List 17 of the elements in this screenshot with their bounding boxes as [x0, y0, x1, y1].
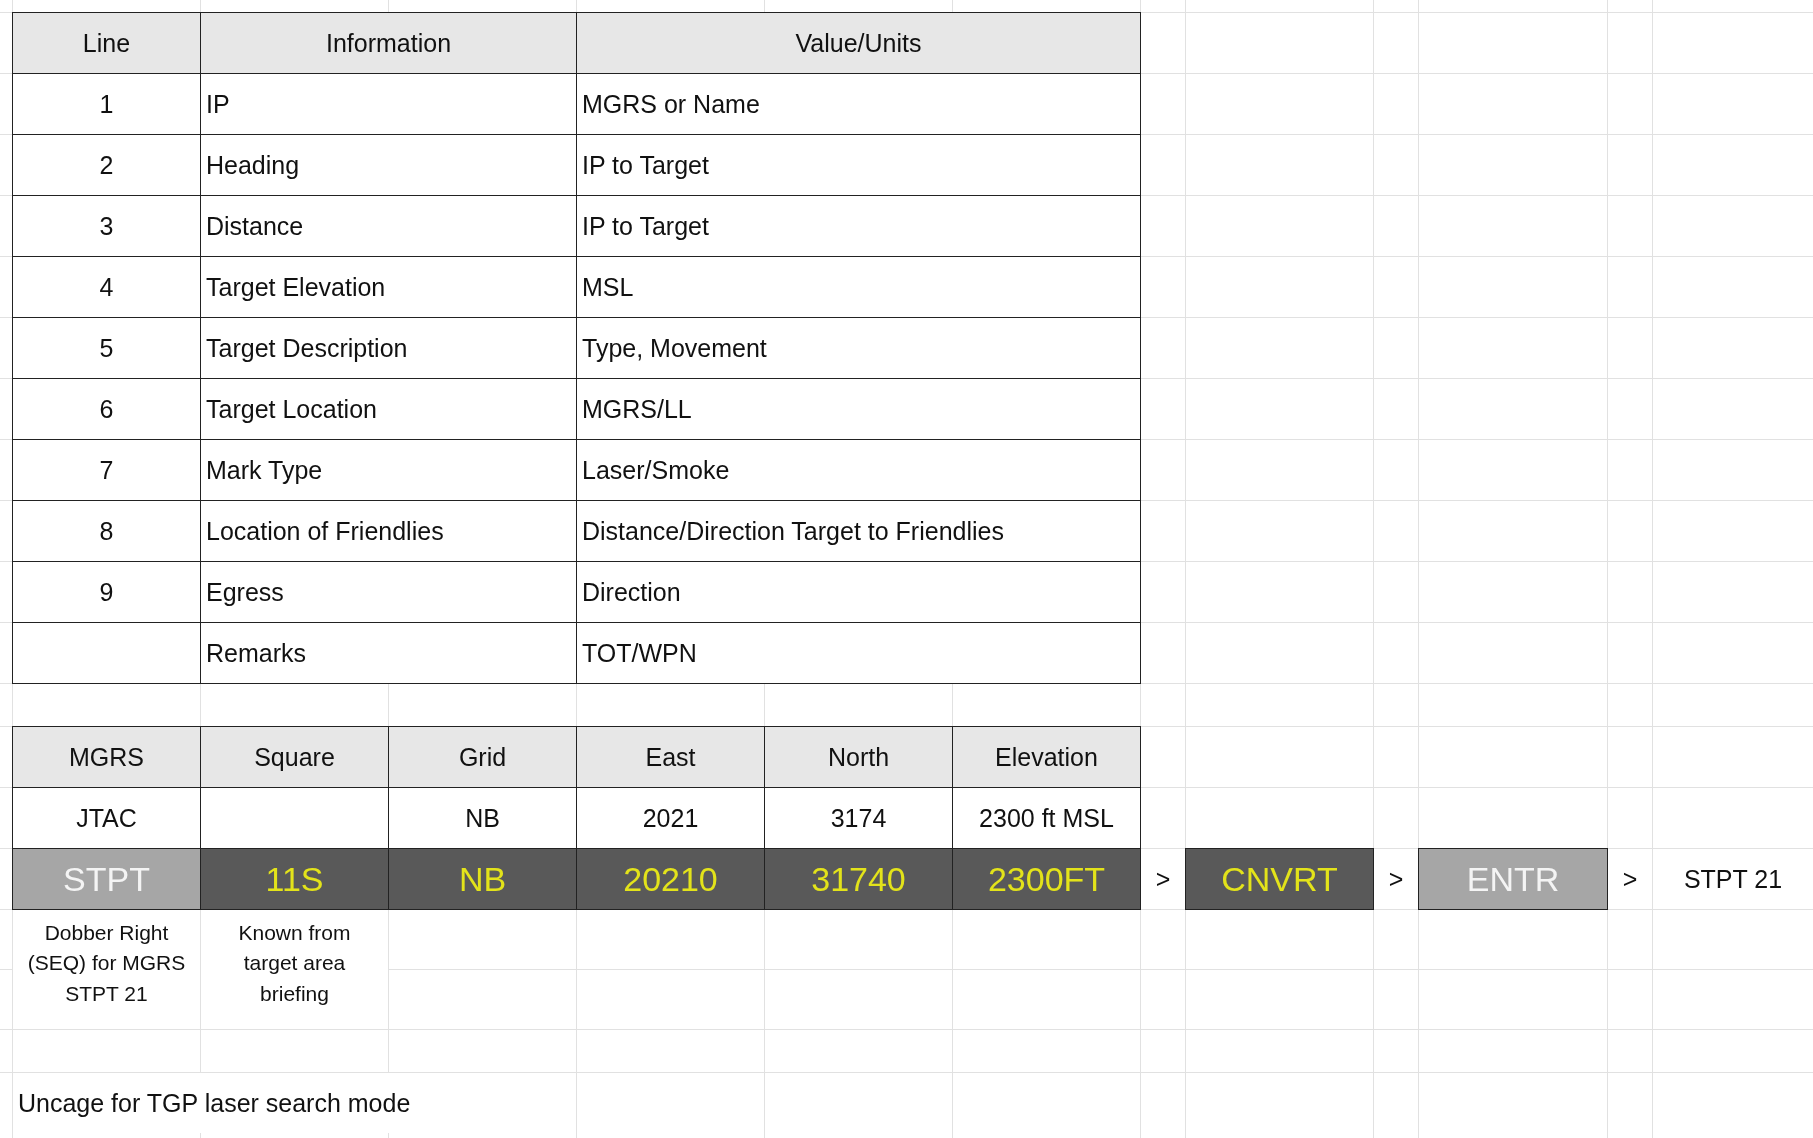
key-label-cell: ENTR	[1419, 849, 1607, 909]
column-header: Value/Units	[577, 13, 1140, 73]
column-header: North	[765, 727, 952, 787]
key-label-cell: 31740	[765, 849, 952, 909]
column-header: Grid	[389, 727, 576, 787]
key-label-cell: 11S	[201, 849, 388, 909]
column-header: Information	[201, 13, 576, 73]
key-label-cell: NB	[389, 849, 576, 909]
column-header: MGRS	[13, 727, 200, 787]
column-header: East	[577, 727, 764, 787]
column-header: Square	[201, 727, 388, 787]
column-header: Line	[13, 13, 200, 73]
column-header: Elevation	[953, 727, 1140, 787]
key-label-cell: STPT	[13, 849, 200, 909]
key-label-cell: CNVRT	[1186, 849, 1373, 909]
key-label-cell: 20210	[577, 849, 764, 909]
key-label-cell: 2300FT	[953, 849, 1140, 909]
